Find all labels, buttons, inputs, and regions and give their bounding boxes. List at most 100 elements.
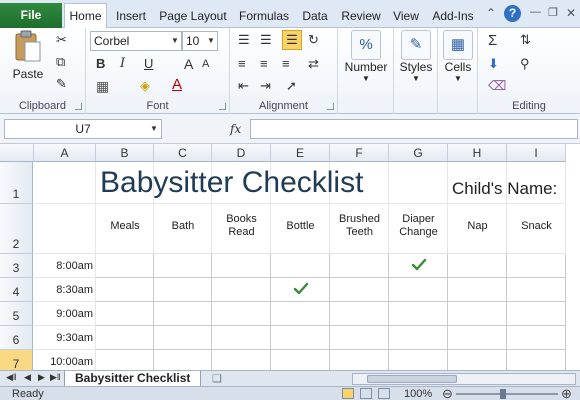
help-icon[interactable]: ? xyxy=(504,5,521,22)
decrease-indent-icon[interactable]: ⇤ xyxy=(238,78,249,94)
sort-filter-icon[interactable]: ⇅ xyxy=(520,32,531,48)
grid-cell[interactable] xyxy=(330,350,389,370)
grid-cell[interactable] xyxy=(96,350,154,370)
cut-icon[interactable]: ✂ xyxy=(56,32,67,48)
fill-color-icon[interactable]: ◈ xyxy=(140,78,150,94)
normal-view-icon[interactable] xyxy=(342,388,354,399)
grid-cell[interactable] xyxy=(330,254,389,278)
column-header-a[interactable]: A xyxy=(34,144,96,162)
row-header-4[interactable]: 4 xyxy=(0,278,33,302)
align-center-icon[interactable]: ≡ xyxy=(260,56,268,71)
grid-cell[interactable] xyxy=(212,350,271,370)
wrap-text-icon[interactable]: ↻ xyxy=(308,32,319,48)
increase-indent-icon[interactable]: ⇥ xyxy=(260,78,271,94)
horizontal-scrollbar-thumb[interactable] xyxy=(367,375,457,383)
grid-cell[interactable] xyxy=(507,350,566,370)
grid-cell[interactable] xyxy=(154,350,212,370)
grow-font-button[interactable]: A xyxy=(184,56,193,72)
window-close-icon[interactable]: ✕ xyxy=(566,6,576,20)
grid-cell[interactable] xyxy=(212,254,271,278)
grid-cell[interactable] xyxy=(154,302,212,326)
copy-icon[interactable]: ⧉ xyxy=(56,54,65,70)
grid-cell[interactable] xyxy=(271,326,330,350)
font-size-combo[interactable]: 10 ▼ xyxy=(182,31,218,51)
zoom-out-icon[interactable]: ⊖ xyxy=(442,386,453,400)
grid-cell[interactable] xyxy=(212,302,271,326)
grid-cell[interactable] xyxy=(154,278,212,302)
underline-button[interactable]: U xyxy=(144,56,153,71)
find-select-icon[interactable]: ⚲ xyxy=(520,56,530,72)
font-name-combo[interactable]: Corbel ▼ xyxy=(90,31,182,51)
horizontal-scrollbar[interactable] xyxy=(352,373,576,385)
zoom-in-icon[interactable]: ⊕ xyxy=(561,386,572,400)
first-sheet-icon[interactable]: ◀‖ xyxy=(6,372,17,383)
tab-home[interactable]: Home xyxy=(64,3,107,29)
column-header-e[interactable]: E xyxy=(271,144,330,162)
font-name-dropdown-icon[interactable]: ▼ xyxy=(169,32,181,50)
grid-cell[interactable] xyxy=(507,326,566,350)
last-sheet-icon[interactable]: ▶‖ xyxy=(50,372,61,383)
grid-cell[interactable] xyxy=(389,302,448,326)
zoom-slider-thumb[interactable] xyxy=(500,389,506,399)
format-painter-icon[interactable]: ✎ xyxy=(56,76,67,92)
column-header-g[interactable]: G xyxy=(389,144,448,162)
tab-formulas[interactable]: Formulas xyxy=(234,4,294,28)
alignment-launcher-icon[interactable] xyxy=(327,103,334,110)
italic-button[interactable]: I xyxy=(120,56,125,71)
tab-data[interactable]: Data xyxy=(298,4,332,28)
grid-cell[interactable] xyxy=(389,278,448,302)
grid-cell[interactable] xyxy=(330,302,389,326)
column-header-d[interactable]: D xyxy=(212,144,271,162)
column-header-b[interactable]: B xyxy=(96,144,154,162)
grid-cell[interactable] xyxy=(96,254,154,278)
grid-cell[interactable] xyxy=(154,326,212,350)
column-header-c[interactable]: C xyxy=(154,144,212,162)
grid-cell[interactable] xyxy=(507,302,566,326)
formula-input[interactable] xyxy=(250,119,578,139)
align-middle-icon[interactable]: ☰ xyxy=(260,32,272,48)
align-top-icon[interactable]: ☰ xyxy=(238,32,250,48)
grid-cell[interactable] xyxy=(212,278,271,302)
grid-cell[interactable] xyxy=(448,326,507,350)
paste-button[interactable]: Paste xyxy=(6,30,50,81)
minimize-ribbon-icon[interactable]: ⌃ xyxy=(486,6,496,20)
name-box[interactable]: U7 xyxy=(4,119,162,139)
grid-cell[interactable] xyxy=(96,278,154,302)
grid-cell[interactable] xyxy=(96,326,154,350)
grid-cell[interactable] xyxy=(389,350,448,370)
merge-center-icon[interactable]: ⇄ xyxy=(308,56,319,72)
row-header-7[interactable]: 7 xyxy=(0,350,33,370)
page-break-view-icon[interactable] xyxy=(378,388,390,399)
align-bottom-icon[interactable]: ☰ xyxy=(282,30,302,50)
cells-button[interactable]: ▦ Cells ▼ xyxy=(440,30,476,83)
fill-icon[interactable]: ⬇ xyxy=(488,56,499,72)
page-layout-view-icon[interactable] xyxy=(360,388,372,399)
styles-button[interactable]: ✎ Styles ▼ xyxy=(396,30,436,83)
tab-page-layout[interactable]: Page Layout xyxy=(156,4,230,28)
orientation-icon[interactable]: ➚ xyxy=(286,78,297,94)
clear-icon[interactable]: ⌫ xyxy=(488,78,506,94)
grid-cell[interactable] xyxy=(96,302,154,326)
autosum-icon[interactable]: Σ xyxy=(488,32,497,49)
tab-review[interactable]: Review xyxy=(338,4,384,28)
grid-cell[interactable] xyxy=(271,302,330,326)
grid-cell[interactable] xyxy=(389,326,448,350)
new-sheet-icon[interactable]: ❏ xyxy=(212,372,222,385)
grid-cell[interactable] xyxy=(507,278,566,302)
tab-view[interactable]: View xyxy=(388,4,424,28)
grid-cell[interactable] xyxy=(448,278,507,302)
grid-cell[interactable] xyxy=(448,302,507,326)
grid-cell[interactable] xyxy=(507,254,566,278)
window-restore-icon[interactable]: ❐ xyxy=(548,6,558,19)
column-header-f[interactable]: F xyxy=(330,144,389,162)
zoom-level[interactable]: 100% xyxy=(404,388,432,400)
borders-icon[interactable]: ▦ xyxy=(96,78,109,95)
grid-cell[interactable] xyxy=(154,254,212,278)
bold-button[interactable]: B xyxy=(96,56,105,71)
grid-cell[interactable] xyxy=(448,254,507,278)
grid-cell[interactable] xyxy=(212,326,271,350)
align-left-icon[interactable]: ≡ xyxy=(238,56,246,71)
window-minimize-icon[interactable]: — xyxy=(530,6,541,18)
grid-cell[interactable] xyxy=(330,278,389,302)
grid-cell[interactable] xyxy=(389,162,448,204)
